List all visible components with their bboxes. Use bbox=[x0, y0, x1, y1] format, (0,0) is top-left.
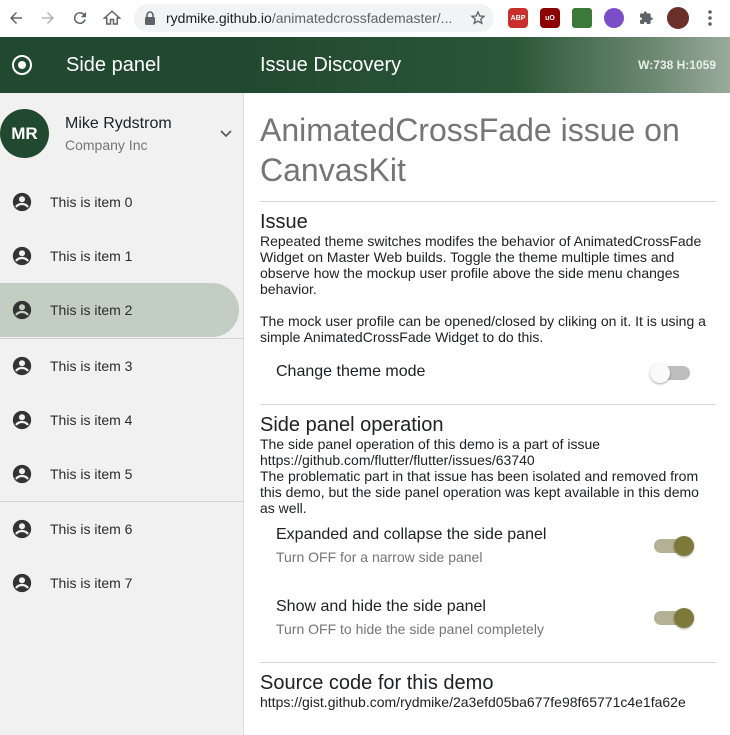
bookmark-star-icon[interactable] bbox=[470, 10, 486, 31]
divider bbox=[260, 201, 716, 202]
divider bbox=[260, 404, 716, 405]
profile-avatar-icon[interactable] bbox=[667, 7, 689, 29]
menu-item-label: This is item 6 bbox=[50, 521, 133, 537]
theme-mode-label: Change theme mode bbox=[276, 363, 426, 380]
expand-collapse-title: Expanded and collapse the side panel bbox=[276, 526, 547, 543]
forward-icon[interactable] bbox=[36, 6, 60, 30]
side-panel-toggle-icon[interactable] bbox=[10, 53, 34, 77]
home-icon[interactable] bbox=[100, 6, 124, 30]
expand-collapse-switch[interactable] bbox=[654, 536, 694, 556]
menu-item-label: This is item 3 bbox=[50, 358, 133, 374]
section-title-side-panel: Side panel operation bbox=[260, 414, 444, 436]
section-title-source: Source code for this demo bbox=[260, 672, 494, 694]
main-content: AnimatedCrossFade issue on CanvasKit Iss… bbox=[260, 93, 716, 735]
page-header-title: Issue Discovery bbox=[260, 53, 402, 76]
issue-profile-note: The mock user profile can be opened/clos… bbox=[260, 313, 706, 345]
extension-purple-icon[interactable] bbox=[604, 8, 624, 28]
section-title-issue: Issue bbox=[260, 211, 308, 233]
menu-item-6[interactable]: This is item 6 bbox=[0, 502, 243, 556]
menu-item-3[interactable]: This is item 3 bbox=[0, 339, 243, 393]
issue-description: Repeated theme switches modifes the beha… bbox=[260, 233, 702, 297]
theme-mode-switch[interactable] bbox=[650, 363, 690, 383]
account-circle-icon bbox=[11, 518, 33, 540]
menu-item-label: This is item 7 bbox=[50, 575, 133, 591]
menu-dots-icon[interactable] bbox=[700, 8, 720, 28]
theme-mode-setting[interactable]: Change theme mode bbox=[260, 349, 716, 397]
lock-icon bbox=[144, 11, 158, 25]
menu-item-label: This is item 1 bbox=[50, 248, 133, 264]
menu-item-7[interactable]: This is item 7 bbox=[0, 556, 243, 610]
expand-collapse-setting[interactable]: Expanded and collapse the side panel Tur… bbox=[260, 516, 716, 588]
side-panel-description: The side panel operation of this demo is… bbox=[260, 436, 601, 468]
chevron-down-icon[interactable] bbox=[218, 125, 234, 141]
side-panel-header: Side panel bbox=[0, 37, 244, 93]
menu-item-2[interactable]: This is item 2 bbox=[0, 283, 239, 337]
show-hide-setting[interactable]: Show and hide the side panel Turn OFF to… bbox=[260, 588, 716, 660]
menu-item-label: This is item 2 bbox=[50, 302, 133, 318]
menu-item-1[interactable]: This is item 1 bbox=[0, 229, 243, 283]
side-panel: MR Mike Rydstrom Company Inc This is ite… bbox=[0, 93, 244, 735]
extension-icon[interactable] bbox=[572, 8, 592, 28]
back-icon[interactable] bbox=[4, 6, 28, 30]
divider bbox=[260, 662, 716, 663]
menu-item-0[interactable]: This is item 0 bbox=[0, 175, 243, 229]
adblock-extension-icon[interactable]: ABP bbox=[508, 8, 528, 28]
app-bar: Side panel Issue Discovery W:738 H:1059 bbox=[0, 37, 730, 93]
account-circle-icon bbox=[11, 463, 33, 485]
url-text: rydmike.github.io/animatedcrossfademaste… bbox=[166, 10, 453, 26]
show-hide-switch[interactable] bbox=[654, 608, 694, 628]
profile-name: Mike Rydstrom bbox=[65, 115, 172, 132]
ublock-extension-icon[interactable]: uO bbox=[540, 8, 560, 28]
size-readout: W:738 H:1059 bbox=[638, 58, 716, 72]
menu-item-label: This is item 0 bbox=[50, 194, 133, 210]
avatar: MR bbox=[0, 109, 49, 158]
page-title: AnimatedCrossFade issue on CanvasKit bbox=[260, 112, 680, 188]
main-header: Issue Discovery W:738 H:1059 bbox=[244, 37, 730, 93]
account-circle-icon bbox=[11, 191, 33, 213]
menu-item-4[interactable]: This is item 4 bbox=[0, 393, 243, 447]
user-profile[interactable]: MR Mike Rydstrom Company Inc bbox=[0, 93, 243, 175]
address-bar[interactable]: rydmike.github.io/animatedcrossfademaste… bbox=[134, 4, 494, 32]
show-hide-title: Show and hide the side panel bbox=[276, 598, 486, 615]
menu-item-label: This is item 4 bbox=[50, 412, 133, 428]
extensions-puzzle-icon[interactable] bbox=[636, 8, 656, 28]
account-circle-icon bbox=[11, 409, 33, 431]
expand-collapse-subtitle: Turn OFF for a narrow side panel bbox=[276, 549, 483, 565]
account-circle-icon bbox=[11, 299, 33, 321]
account-circle-icon bbox=[11, 355, 33, 377]
reload-icon[interactable] bbox=[68, 6, 92, 30]
browser-toolbar: rydmike.github.io/animatedcrossfademaste… bbox=[0, 0, 730, 37]
account-circle-icon bbox=[11, 245, 33, 267]
side-panel-note: The problematic part in that issue has b… bbox=[260, 468, 699, 516]
source-code-link[interactable]: https://gist.github.com/rydmike/2a3efd05… bbox=[260, 694, 716, 710]
profile-company: Company Inc bbox=[65, 137, 148, 153]
account-circle-icon bbox=[11, 572, 33, 594]
menu-item-label: This is item 5 bbox=[50, 466, 133, 482]
side-panel-title: Side panel bbox=[66, 53, 161, 76]
show-hide-subtitle: Turn OFF to hide the side panel complete… bbox=[276, 621, 544, 637]
menu-item-5[interactable]: This is item 5 bbox=[0, 447, 243, 501]
